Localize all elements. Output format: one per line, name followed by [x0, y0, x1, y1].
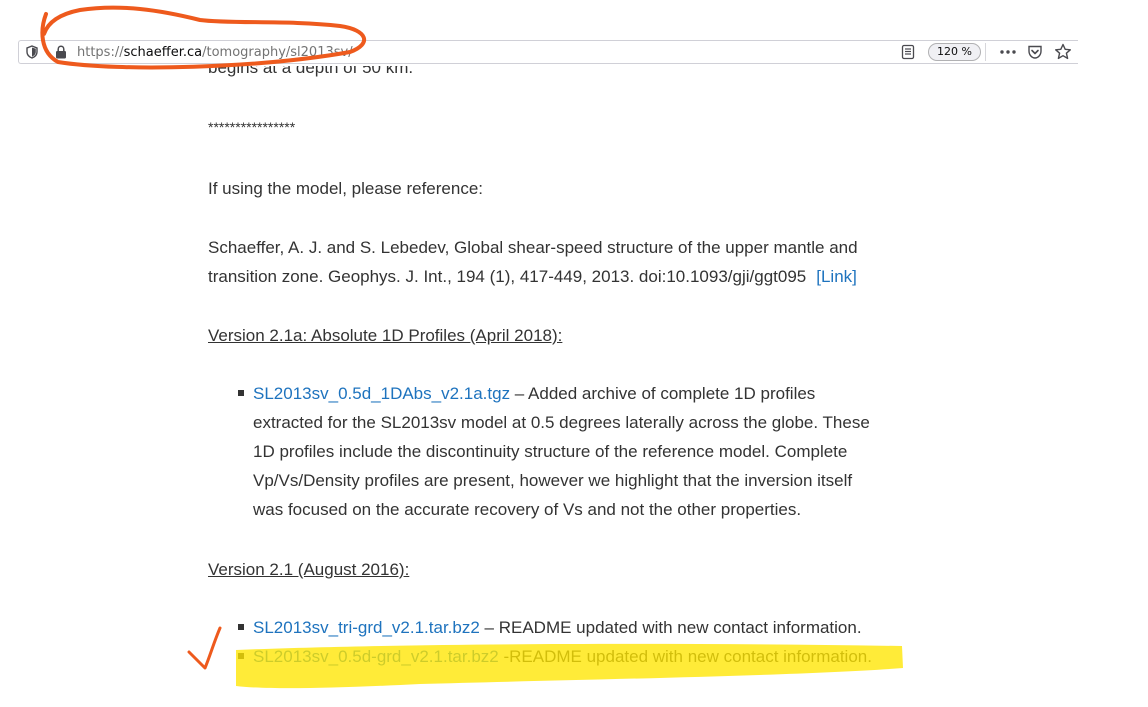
lock-icon[interactable] [55, 45, 67, 59]
link-separator: – [510, 384, 529, 403]
description-line: 1D profiles include the discontinuity st… [253, 442, 848, 461]
link-separator: – [479, 618, 499, 637]
download-link-0-5d-grd[interactable]: SL2013sv_0.5d-grd_v2.1.tar.bz2 [253, 647, 499, 666]
link-separator: - [498, 647, 510, 666]
url-path: /tomography/sl2013sv/ [202, 45, 353, 60]
bullet-marker [238, 624, 244, 630]
description-line: Vp/Vs/Density profiles are present, howe… [253, 471, 853, 490]
separator-stars: **************** [208, 119, 296, 135]
description-line: was focused on the accurate recovery of … [253, 500, 802, 519]
citation-text: transition zone. Geophys. J. Int., 194 (… [208, 267, 807, 286]
version-2-1-heading: Version 2.1 (August 2016): [208, 560, 410, 579]
citation-line-2: transition zone. Geophys. J. Int., 194 (… [208, 262, 857, 291]
item-description: README updated with new contact informat… [498, 618, 862, 637]
url-prefix: https:// [77, 45, 124, 60]
url-host: schaeffer.ca [123, 45, 203, 60]
version-2-1-list: SL2013sv_tri-grd_v2.1.tar.bz2 – README u… [208, 613, 928, 671]
bookmark-star-icon[interactable] [1054, 43, 1072, 61]
annotation-overlay [40, 5, 903, 689]
page-actions-more-icon[interactable] [999, 44, 1017, 60]
url-bar[interactable]: https://schaeffer.ca/tomography/sl2013sv… [18, 40, 1078, 64]
list-item: SL2013sv_0.5d-grd_v2.1.tar.bz2 -README u… [208, 642, 928, 671]
version-2-1a-list: SL2013sv_0.5d_1DAbs_v2.1a.tgz – Added ar… [208, 379, 928, 524]
reader-view-icon[interactable] [900, 44, 916, 60]
download-link-tri-grd[interactable]: SL2013sv_tri-grd_v2.1.tar.bz2 [253, 618, 480, 637]
download-link-1dabs[interactable]: SL2013sv_0.5d_1DAbs_v2.1a.tgz [253, 384, 510, 403]
zoom-reset-button[interactable]: 120 % [928, 43, 981, 61]
pocket-icon[interactable] [1027, 44, 1043, 60]
bullet-marker [238, 390, 244, 396]
tracking-shield-icon[interactable] [26, 45, 38, 59]
item-description: README updated with new contact informat… [509, 647, 872, 666]
bullet-marker [238, 653, 244, 659]
browser-toolbar: https://schaeffer.ca/tomography/sl2013sv… [0, 40, 1080, 66]
list-item: SL2013sv_0.5d_1DAbs_v2.1a.tgz – Added ar… [208, 379, 928, 524]
description-line: extracted for the SL2013sv model at 0.5 … [253, 413, 870, 432]
url-text[interactable]: https://schaeffer.ca/tomography/sl2013sv… [77, 45, 353, 60]
list-item: SL2013sv_tri-grd_v2.1.tar.bz2 – README u… [208, 613, 928, 642]
citation-line-1: Schaeffer, A. J. and S. Lebedev, Global … [208, 238, 858, 257]
reference-intro: If using the model, please reference: [208, 179, 483, 198]
version-2-1a-heading: Version 2.1a: Absolute 1D Profiles (Apri… [208, 326, 563, 345]
toolbar-divider [985, 43, 986, 61]
description-line: Added archive of complete 1D profiles [528, 384, 816, 403]
citation-link[interactable]: [Link] [816, 267, 857, 286]
